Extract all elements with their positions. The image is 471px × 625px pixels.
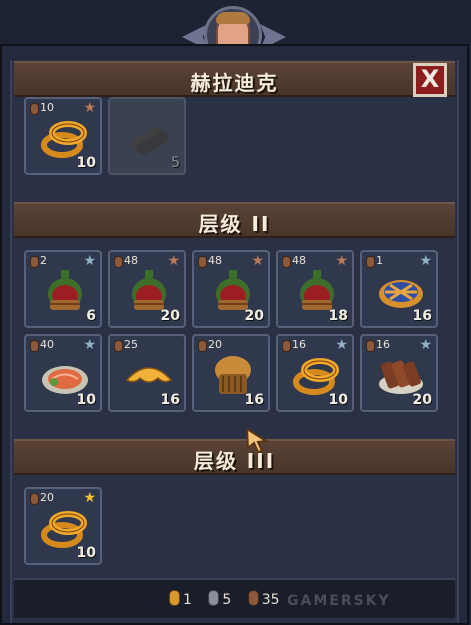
silver-star-icon: ★ [335,337,348,353]
pointer-cursor-icon [245,427,269,453]
silver-count: 5 [222,592,232,608]
bronze-star-icon: ★ [335,253,348,269]
merchant-name: 赫拉迪克 [190,71,279,95]
item-cost: 48 [282,255,306,268]
item-quantity: 10 [76,155,96,171]
item-cost: 10 [30,102,54,115]
item-cost: 48 [198,255,222,268]
silver-coin-icon [208,590,220,606]
item-quantity: 10 [76,545,96,561]
silver-star-icon: ★ [419,337,432,353]
tier2-slot-salmon-plate[interactable]: 40 ★ 10 [24,334,102,412]
item-quantity: 20 [412,392,432,408]
item-quantity: 20 [244,308,264,324]
item-quantity: 5 [171,155,180,171]
tier2-title: 层级 II [198,212,271,236]
item-cost: 25 [114,339,138,352]
tier2-slot-meat-slices[interactable]: 16 ★ 20 [360,334,438,412]
top-slot-firewood[interactable]: 5 [108,97,186,175]
bronze-star-icon: ★ [167,253,180,269]
item-quantity: 16 [160,392,180,408]
close-button[interactable]: X [413,63,447,97]
item-quantity: 10 [76,392,96,408]
item-cost: 1 [366,255,383,268]
tier2-slot-croissant[interactable]: 25 16 [108,334,186,412]
gold-count: 1 [183,592,192,608]
bronze-count: 35 [261,592,280,608]
red-wine-bottle-icon [40,268,90,314]
tier2-slot-muffin[interactable]: 20 16 [192,334,270,412]
silver-star-icon: ★ [83,253,96,269]
item-quantity: 20 [160,308,180,324]
tier2-slot-blueberry-pie[interactable]: 1 ★ 16 [360,250,438,328]
tier2-slot-onion-rings[interactable]: 16 ★ 10 [276,334,354,412]
firewood-icon [124,115,174,161]
character-hair [216,12,250,24]
item-cost: 16 [282,339,306,352]
tier2-slot-red-wine-bottle[interactable]: 48 ★ 20 [108,250,186,328]
bronze-coin-icon [247,590,259,606]
tier3-title: 层级 III [193,449,276,473]
tier2-slot-red-wine-bottle[interactable]: 2 ★ 6 [24,250,102,328]
silver-star-icon: ★ [419,253,432,269]
item-quantity: 18 [328,308,348,324]
tier3-band: 层级 III [14,439,455,475]
item-cost: 16 [366,339,390,352]
title-band: 赫拉迪克 [14,61,455,97]
tier2-band: 层级 II [14,202,455,238]
tier2-slot-red-wine-bottle[interactable]: 48 ★ 18 [276,250,354,328]
silver-star-icon: ★ [83,337,96,353]
tier3-slot-onion-rings[interactable]: 20 ★ 10 [24,487,102,565]
gold-star-icon: ★ [83,490,96,506]
item-quantity: 16 [412,308,432,324]
item-cost: 48 [114,255,138,268]
item-quantity: 10 [328,392,348,408]
tier2-slot-red-wine-bottle[interactable]: 48 ★ 20 [192,250,270,328]
bronze-star-icon: ★ [83,100,96,116]
item-cost: 20 [198,339,222,352]
item-cost: 20 [30,492,54,505]
gold-coin-icon [169,590,180,606]
item-quantity: 6 [86,308,96,324]
watermark: GAMERSKY [287,593,391,609]
top-slot-onion-rings[interactable]: 10 ★ 10 [24,97,102,175]
bronze-star-icon: ★ [251,253,264,269]
item-cost: 2 [30,255,47,268]
item-quantity: 16 [244,392,264,408]
item-cost: 40 [30,339,54,352]
